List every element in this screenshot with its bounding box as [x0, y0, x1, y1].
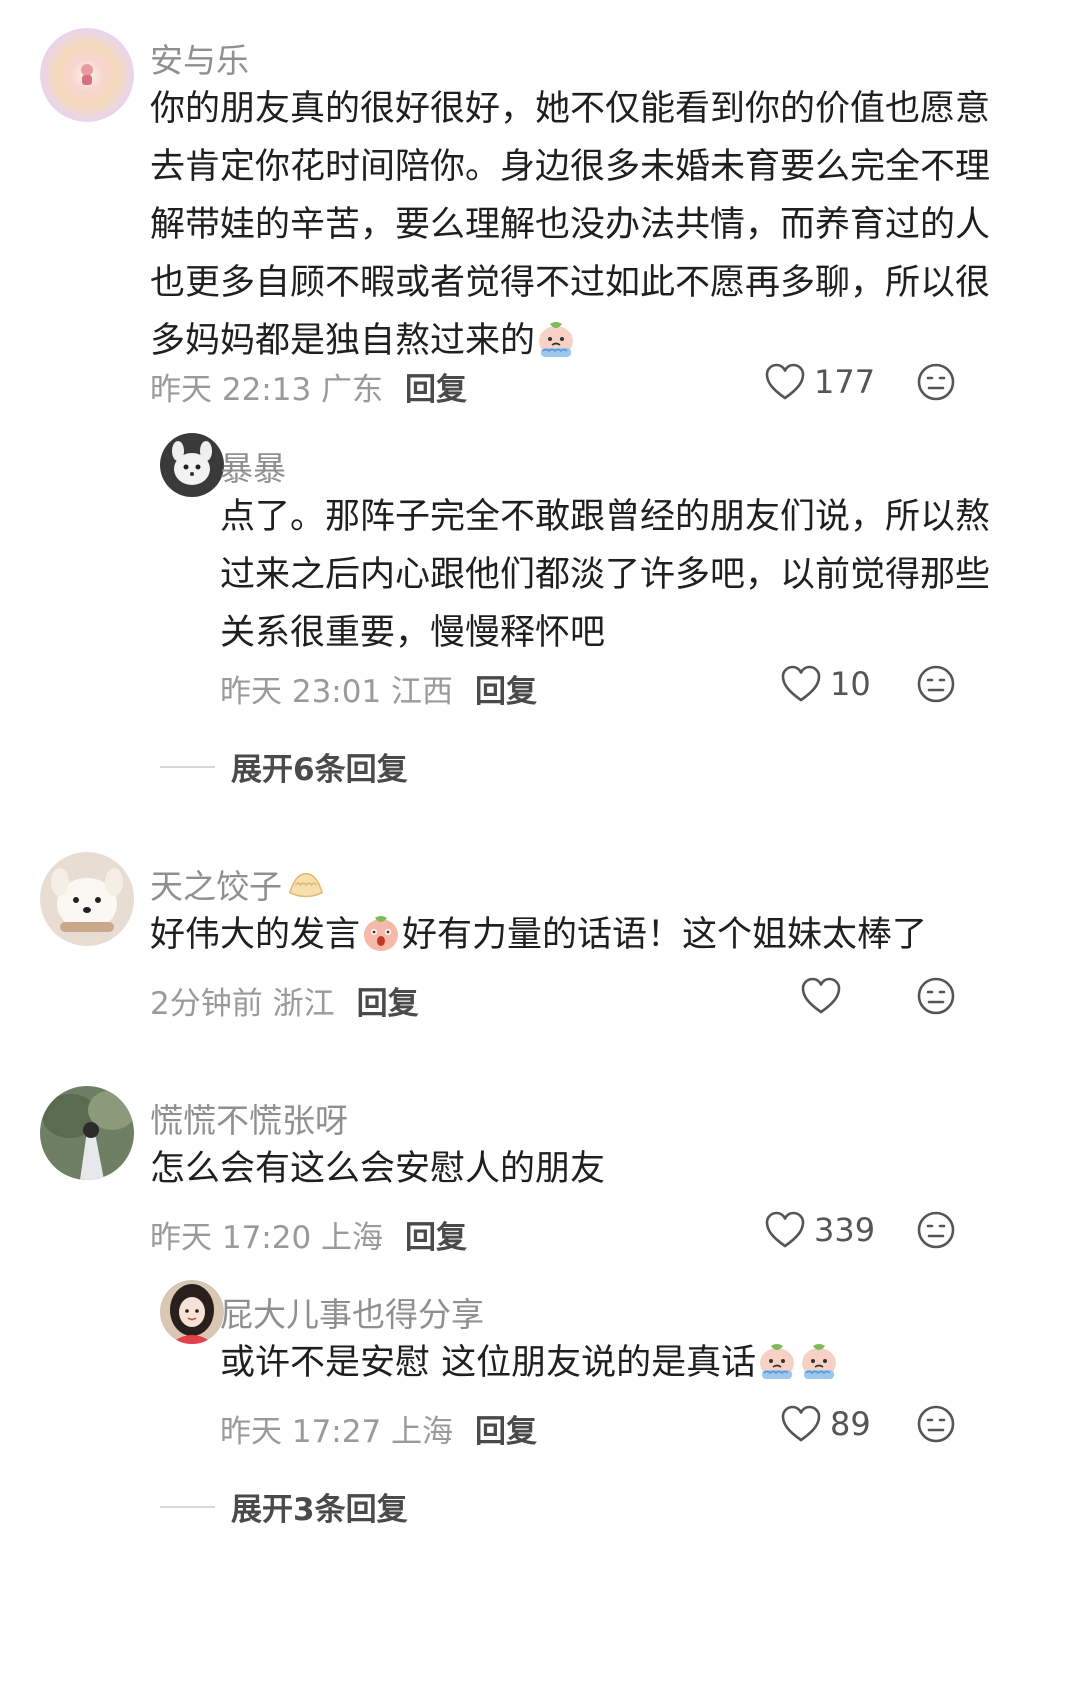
crying-face-emoji: [756, 1340, 798, 1382]
like-button[interactable]: 10: [780, 662, 871, 706]
expand-replies-label: 展开3条回复: [231, 1492, 408, 1528]
timestamp-location: 昨天 17:27 上海: [220, 1414, 454, 1450]
heart-outline-icon: [764, 1210, 806, 1250]
username[interactable]: 天之饺子: [150, 860, 326, 908]
username[interactable]: 安与乐: [150, 34, 249, 82]
reply-button[interactable]: 回复: [405, 1220, 467, 1256]
avatar[interactable]: [40, 852, 134, 946]
comment-text: 好伟大的发言 好有力量的话语！这个姐妹太棒了: [150, 906, 927, 964]
expand-replies-button[interactable]: 展开3条回复: [160, 1484, 408, 1529]
avatar[interactable]: [40, 1086, 134, 1180]
like-button[interactable]: 89: [780, 1402, 871, 1446]
expand-replies-label: 展开6条回复: [231, 752, 408, 788]
timestamp-location: 昨天 17:20 上海: [150, 1220, 384, 1256]
reply-button[interactable]: 回复: [475, 674, 537, 710]
comment-text: 点了。那阵子完全不敢跟曾经的朋友们说，所以熬 过来之后内心跟他们都淡了许多吧，以…: [220, 497, 991, 653]
comment-meta: 昨天 23:01 江西 回复: [220, 666, 537, 711]
unhappy-face-icon[interactable]: [916, 362, 956, 402]
avatar[interactable]: [40, 28, 134, 122]
avatar[interactable]: [160, 1280, 224, 1344]
timestamp-location: 昨天 23:01 江西: [220, 674, 454, 710]
like-button[interactable]: 339: [764, 1208, 875, 1252]
like-count: 10: [830, 665, 871, 703]
divider: [160, 765, 215, 768]
heart-outline-icon: [780, 664, 822, 704]
crying-face-emoji: [798, 1340, 840, 1382]
heart-outline-icon: [800, 976, 842, 1016]
reply-button[interactable]: 回复: [405, 372, 467, 408]
unhappy-face-icon[interactable]: [916, 976, 956, 1016]
comment-meta: 2分钟前 浙江 回复: [150, 978, 419, 1023]
username[interactable]: 屁大儿事也得分享: [220, 1288, 484, 1336]
unhappy-face-icon[interactable]: [916, 1404, 956, 1444]
shocked-face-emoji: [360, 912, 402, 954]
comment-meta: 昨天 17:27 上海 回复: [220, 1406, 537, 1451]
timestamp-location: 2分钟前 浙江: [150, 986, 335, 1022]
expand-replies-button[interactable]: 展开6条回复: [160, 744, 408, 789]
like-count: 339: [814, 1211, 876, 1249]
like-count: 89: [830, 1405, 871, 1443]
comment-text: 你的朋友真的很好很好，她不仅能看到你的价值也愿意 去肯定你花时间陪你。身边很多未…: [150, 89, 991, 361]
comment-meta: 昨天 17:20 上海 回复: [150, 1212, 467, 1257]
unhappy-face-icon[interactable]: [916, 664, 956, 704]
crying-face-emoji: [535, 318, 577, 360]
reply-button[interactable]: 回复: [475, 1414, 537, 1450]
like-button[interactable]: [800, 974, 850, 1018]
username[interactable]: 慌慌不慌张呀: [150, 1094, 348, 1142]
like-count: 177: [814, 363, 876, 401]
avatar[interactable]: [160, 433, 224, 497]
comment-meta: 昨天 22:13 广东 回复: [150, 364, 467, 409]
heart-outline-icon: [780, 1404, 822, 1444]
heart-outline-icon: [764, 362, 806, 402]
username[interactable]: 暴暴: [220, 442, 286, 490]
like-button[interactable]: 177: [764, 360, 875, 404]
comment-text: 或许不是安慰 这位朋友说的是真话: [220, 1334, 840, 1392]
dumpling-emoji: [286, 866, 326, 906]
comment-text: 怎么会有这么会安慰人的朋友: [150, 1149, 606, 1189]
reply-button[interactable]: 回复: [357, 986, 419, 1022]
unhappy-face-icon[interactable]: [916, 1210, 956, 1250]
divider: [160, 1505, 215, 1508]
timestamp-location: 昨天 22:13 广东: [150, 372, 384, 408]
